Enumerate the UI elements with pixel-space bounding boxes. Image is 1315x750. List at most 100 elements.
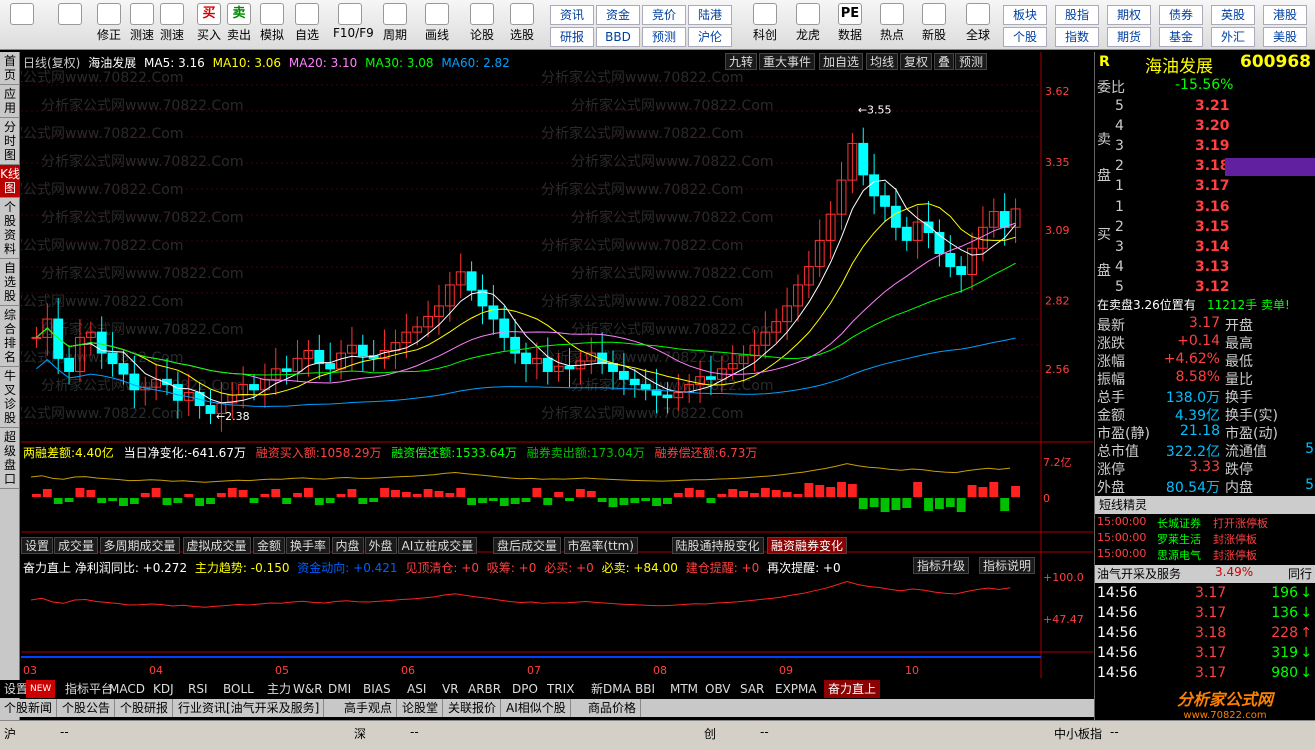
- info-tab-个股公告[interactable]: 个股公告: [58, 699, 116, 717]
- buy-button[interactable]: 买买入: [192, 3, 226, 47]
- market-btn-债券[interactable]: 债券: [1159, 5, 1203, 25]
- subtab-融资融券变化[interactable]: 融资融券变化: [767, 537, 848, 554]
- info-tab-AI相似个股[interactable]: AI相似个股: [502, 699, 571, 717]
- chart-button[interactable]: 科创: [745, 3, 785, 47]
- info-tab-商品价格[interactable]: 商品价格: [584, 699, 642, 717]
- discuss-button[interactable]: 论股: [465, 3, 499, 47]
- quick-btn-资讯[interactable]: 资讯: [550, 5, 594, 25]
- indicator-tab-OBV[interactable]: OBV: [701, 680, 735, 698]
- market-btn-外汇[interactable]: 外汇: [1211, 27, 1255, 47]
- left-tab-首页[interactable]: 首页: [0, 52, 20, 85]
- hammer-button[interactable]: 模拟: [255, 3, 289, 47]
- subtab-内盘[interactable]: 内盘: [331, 537, 364, 554]
- dragon-button[interactable]: 龙虎: [788, 3, 828, 47]
- market-btn-英股[interactable]: 英股: [1211, 5, 1255, 25]
- market-btn-美股[interactable]: 美股: [1263, 27, 1307, 47]
- left-tab-分时图[interactable]: 分时图: [0, 118, 20, 165]
- info-tab-个股研报[interactable]: 个股研报: [116, 699, 174, 717]
- indicator-tab-BOLL[interactable]: BOLL: [219, 680, 258, 698]
- subtab-成交量[interactable]: 成交量: [54, 537, 99, 554]
- windows-logo-button[interactable]: [2, 3, 42, 47]
- pe-button[interactable]: PE 数据: [830, 3, 870, 47]
- f10-button[interactable]: F10/F9: [333, 3, 374, 47]
- cycle-button[interactable]: 周期: [378, 3, 412, 47]
- quick-btn-资金[interactable]: 资金: [596, 5, 640, 25]
- star-button[interactable]: 自选: [290, 3, 324, 47]
- status-item-沪[interactable]: 沪: [4, 725, 16, 742]
- arrows-button[interactable]: 修正: [92, 3, 126, 47]
- left-tab-K线图[interactable]: K线图: [0, 165, 20, 198]
- pen-button[interactable]: 画线: [420, 3, 454, 47]
- subtab-设置[interactable]: 设置: [21, 537, 54, 554]
- indicator-tab-ARBR[interactable]: ARBR: [464, 680, 505, 698]
- subtab-AI立桩成交量[interactable]: AI立桩成交量: [397, 537, 478, 554]
- subtab-金额[interactable]: 金额: [253, 537, 286, 554]
- indicator-tab-SAR[interactable]: SAR: [736, 680, 768, 698]
- left-tab-应用[interactable]: 应用: [0, 85, 20, 118]
- left-tab-综合排名[interactable]: 综合排名: [0, 306, 20, 367]
- new-stock-button[interactable]: 新股: [914, 3, 954, 47]
- sector-row[interactable]: 油气开采及服务 3.49% 同行: [1095, 565, 1315, 583]
- subtab-换手率[interactable]: 换手率: [286, 537, 331, 554]
- indicator-tab-新DMA[interactable]: 新DMA: [587, 680, 635, 698]
- indicator-tab-MTM[interactable]: MTM: [666, 680, 702, 698]
- market-btn-板块[interactable]: 板块: [1003, 5, 1047, 25]
- market-btn-个股[interactable]: 个股: [1003, 27, 1047, 47]
- kline-chart-area[interactable]: 日线(复权) 海油发展 MA5: 3.16 MA10: 3.06 MA20: 3…: [21, 52, 1093, 678]
- quick-btn-BBD[interactable]: BBD: [596, 27, 640, 47]
- subtab-虚拟成交量[interactable]: 虚拟成交量: [182, 537, 251, 554]
- market-btn-港股[interactable]: 港股: [1263, 5, 1307, 25]
- indicator-tab-VR[interactable]: VR: [438, 680, 463, 698]
- left-tab-超级盘口[interactable]: 超级盘口: [0, 428, 20, 489]
- indicator-tab-DMI[interactable]: DMI: [324, 680, 355, 698]
- globe-button[interactable]: 全球: [958, 3, 998, 47]
- info-tab-论股堂[interactable]: 论股堂: [398, 699, 444, 717]
- quick-btn-沪伦[interactable]: 沪伦: [688, 27, 732, 47]
- tongxing-button[interactable]: 同行: [1288, 565, 1312, 582]
- left-tab-个股资料[interactable]: 个股资料: [0, 198, 20, 259]
- hot-button[interactable]: 热点: [872, 3, 912, 47]
- quick-btn-竞价[interactable]: 竞价: [642, 5, 686, 25]
- subtab-多周期成交量[interactable]: 多周期成交量: [99, 537, 180, 554]
- indicator-tab-ASI[interactable]: ASI: [403, 680, 430, 698]
- indicator-tab-EXPMA[interactable]: EXPMA: [771, 680, 821, 698]
- indicator-tab-BBI[interactable]: BBI: [631, 680, 659, 698]
- indicator-tab-BIAS[interactable]: BIAS: [359, 680, 395, 698]
- quick-btn-研报[interactable]: 研报: [550, 27, 594, 47]
- subtab-盘后成交量[interactable]: 盘后成交量: [493, 537, 562, 554]
- info-tab-高手观点[interactable]: 高手观点: [340, 699, 398, 717]
- back-arrow-button[interactable]: [50, 3, 90, 47]
- info-tab-个股新闻[interactable]: 个股新闻: [0, 699, 58, 717]
- indicator-tab-DPO[interactable]: DPO: [508, 680, 542, 698]
- clock-button[interactable]: 测速: [155, 3, 189, 47]
- indicator-tab-NEW[interactable]: NEW: [26, 680, 56, 698]
- left-tab-自选股[interactable]: 自选股: [0, 259, 20, 306]
- market-btn-股指[interactable]: 股指: [1055, 5, 1099, 25]
- info-tab-行业资讯[油气开采及服务][interactable]: 行业资讯[油气开采及服务]: [174, 699, 325, 717]
- select-stock-button[interactable]: 选股: [505, 3, 539, 47]
- quick-btn-预测[interactable]: 预测: [642, 27, 686, 47]
- short-item[interactable]: 15:00:00 思源电气 封涨停板: [1095, 547, 1315, 565]
- market-btn-基金[interactable]: 基金: [1159, 27, 1203, 47]
- subtab-市盈率(ttm)[interactable]: 市盈率(ttm): [563, 537, 638, 554]
- refresh-button[interactable]: 测速: [125, 3, 159, 47]
- indicator-btn-指标升级[interactable]: 指标升级: [913, 557, 970, 574]
- sell-button[interactable]: 卖卖出: [222, 3, 256, 47]
- indicator-tab-W&R[interactable]: W&R: [289, 680, 327, 698]
- indicator-tab-KDJ[interactable]: KDJ: [149, 680, 178, 698]
- indicator-tab-TRIX[interactable]: TRIX: [543, 680, 578, 698]
- status-item-深[interactable]: 深: [354, 725, 366, 742]
- subtab-陆股通持股变化[interactable]: 陆股通持股变化: [671, 537, 764, 554]
- indicator-tab-奋力直上[interactable]: 奋力直上: [824, 680, 881, 698]
- quick-btn-陆港[interactable]: 陆港: [688, 5, 732, 25]
- status-item-中小板指[interactable]: 中小板指: [1054, 725, 1102, 742]
- market-btn-期权[interactable]: 期权: [1107, 5, 1151, 25]
- subtab-外盘[interactable]: 外盘: [364, 537, 397, 554]
- left-tab-牛叉诊股[interactable]: 牛叉诊股: [0, 367, 20, 428]
- indicator-btn-指标说明[interactable]: 指标说明: [979, 557, 1036, 574]
- market-btn-期货[interactable]: 期货: [1107, 27, 1151, 47]
- info-tab-关联报价[interactable]: 关联报价: [444, 699, 502, 717]
- indicator-tab-MACD[interactable]: MACD: [105, 680, 149, 698]
- market-btn-指数[interactable]: 指数: [1055, 27, 1099, 47]
- indicator-tab-RSI[interactable]: RSI: [184, 680, 212, 698]
